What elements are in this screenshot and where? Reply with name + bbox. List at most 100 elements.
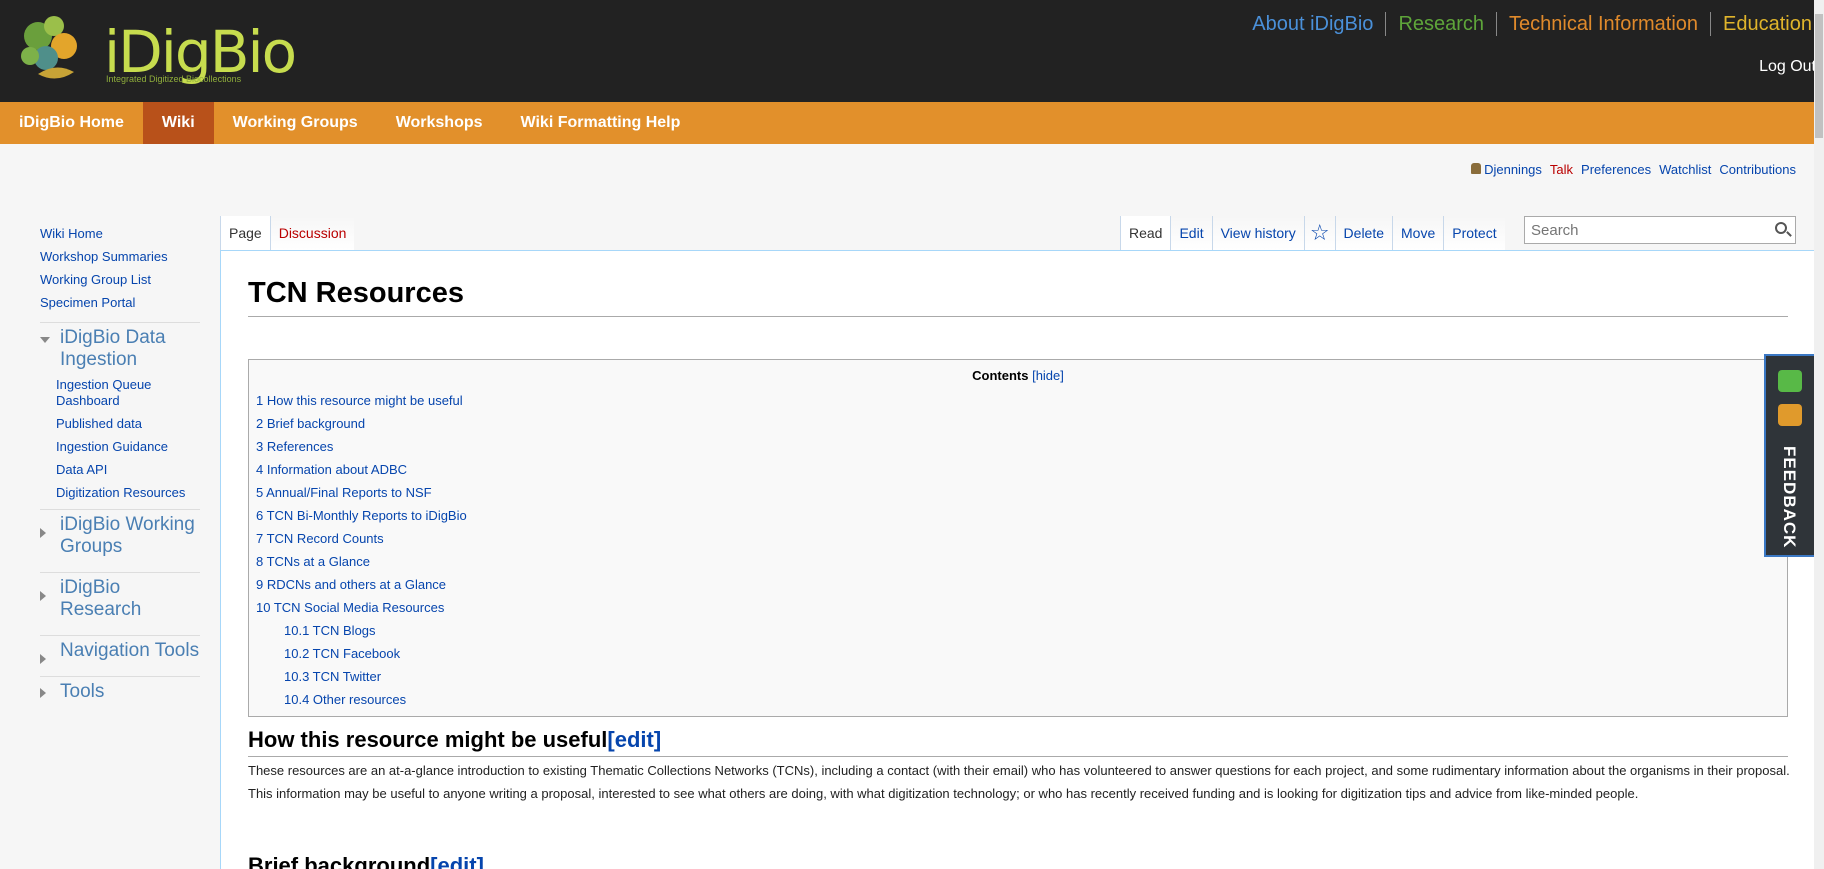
section-edit-link[interactable]: [edit] [607,727,661,752]
thumbs-down-icon[interactable] [1778,404,1802,426]
portal-body-data-ingestion: Ingestion Queue Dashboard Published data… [40,377,200,501]
portal-title: Tools [60,681,105,702]
chevron-down-icon [40,337,50,343]
sidebar-item-ingestion-guidance[interactable]: Ingestion Guidance [56,439,200,455]
main-nav-wiki[interactable]: Wiki [142,102,214,144]
content-area: TCN Resources Contents [hide] 1 How this… [220,250,1824,869]
tab-read[interactable]: Read [1120,216,1171,250]
sidebar-item-specimen-portal[interactable]: Specimen Portal [40,291,200,314]
namespace-tabs: Page Discussion [220,216,355,250]
toc-hide-link[interactable]: [hide] [1032,368,1064,383]
toc-subitem[interactable]: 10.2 TCN Facebook [256,642,1780,665]
portal-navigation-tools: Navigation Tools [40,635,200,668]
logo-subtitle: Integrated Digitized Biocollections [106,74,242,84]
main-nav-idigbio-home[interactable]: iDigBio Home [0,102,143,144]
top-nav: About iDigBio Research Technical Informa… [1240,12,1816,36]
logo-leaf-icon [21,16,77,79]
toc-subitem[interactable]: 10.1 TCN Blogs [256,619,1780,642]
tab-move[interactable]: Move [1392,216,1444,250]
toc-subitem[interactable]: 10.3 TCN Twitter [256,665,1780,688]
section-heading-background: Brief background[edit] [248,853,1788,869]
toc-item[interactable]: 3 References [256,435,1780,458]
thumbs-up-icon[interactable] [1778,370,1802,392]
toc-title: Contents [972,368,1029,383]
sidebar-item-digitization-resources[interactable]: Digitization Resources [56,485,200,501]
main-nav: iDigBio Home Wiki Working Groups Worksho… [0,102,1824,144]
main-nav-wiki-formatting-help[interactable]: Wiki Formatting Help [502,102,700,144]
top-nav-about[interactable]: About iDigBio [1240,12,1387,36]
tab-page[interactable]: Page [220,216,270,250]
sidebar-item-ingestion-queue-dashboard[interactable]: Ingestion Queue Dashboard [56,377,200,409]
toc-item[interactable]: 7 TCN Record Counts [256,527,1780,550]
toc-item[interactable]: 10 TCN Social Media Resources [256,596,1780,619]
top-nav-education[interactable]: Education [1711,12,1816,36]
sidebar-item-data-api[interactable]: Data API [56,462,200,478]
portal-heading-data-ingestion[interactable]: iDigBio Data Ingestion [40,327,200,371]
top-header: iDigBio Integrated Digitized Biocollecti… [0,0,1824,102]
talk-link[interactable]: Talk [1550,162,1573,177]
section-heading-text: How this resource might be useful [248,727,608,752]
username: Djennings [1484,162,1542,177]
portal-tools: Tools [40,676,200,703]
user-link[interactable]: Djennings [1471,162,1542,177]
section-paragraph: These resources are an at-a-glance intro… [248,763,1790,801]
top-nav-research[interactable]: Research [1386,12,1498,36]
personal-tools: Djennings Talk Preferences Watchlist Con… [1471,162,1796,177]
portal-data-ingestion: iDigBio Data Ingestion Ingestion Queue D… [40,322,200,501]
sidebar-item-workshop-summaries[interactable]: Workshop Summaries [40,245,200,268]
toc-item[interactable]: 5 Annual/Final Reports to NSF [256,481,1780,504]
toc-subitem[interactable]: 10.4 Other resources [256,688,1780,711]
preferences-link[interactable]: Preferences [1581,162,1651,177]
toc-list: 1 How this resource might be useful 2 Br… [256,389,1780,711]
section-heading-useful: How this resource might be useful[edit] [248,727,1788,757]
toc-item[interactable]: 4 Information about ADBC [256,458,1780,481]
page-scrollbar[interactable] [1814,0,1824,869]
scrollbar-thumb[interactable] [1815,14,1823,138]
toc-title-row: Contents [hide] [256,368,1780,383]
portal-title: iDigBio Data Ingestion [60,327,166,370]
portal-working-groups: iDigBio Working Groups [40,509,200,564]
chevron-right-icon [40,654,46,664]
portal-heading-research[interactable]: iDigBio Research [40,577,200,627]
sidebar: Wiki Home Workshop Summaries Working Gro… [40,222,200,703]
toc-item[interactable]: 8 TCNs at a Glance [256,550,1780,573]
main-nav-working-groups[interactable]: Working Groups [214,102,377,144]
feedback-widget[interactable]: FEEDBACK [1764,354,1814,557]
portal-heading-working-groups[interactable]: iDigBio Working Groups [40,514,200,564]
portal-heading-tools[interactable]: Tools [40,681,200,703]
portal-research: iDigBio Research [40,572,200,627]
toc-item[interactable]: 6 TCN Bi-Monthly Reports to iDigBio [256,504,1780,527]
section-edit-link[interactable]: [edit] [430,853,484,869]
tab-discussion[interactable]: Discussion [269,216,355,250]
feedback-label: FEEDBACK [1780,446,1799,549]
portal-title: iDigBio Research [60,577,142,620]
logout-link[interactable]: Log Out [1759,58,1816,76]
contributions-link[interactable]: Contributions [1719,162,1796,177]
watchlist-link[interactable]: Watchlist [1659,162,1711,177]
table-of-contents: Contents [hide] 1 How this resource migh… [248,359,1788,717]
tab-edit[interactable]: Edit [1170,216,1212,250]
sidebar-item-published-data[interactable]: Published data [56,416,200,432]
search-icon[interactable] [1775,222,1787,234]
search-box [1524,216,1796,244]
toc-item[interactable]: 2 Brief background [256,412,1780,435]
toc-item[interactable]: 9 RDCNs and others at a Glance [256,573,1780,596]
chevron-right-icon [40,528,46,538]
watch-star-icon[interactable]: ☆ [1303,216,1335,250]
page-title: TCN Resources [248,277,1788,317]
portal-heading-navigation-tools[interactable]: Navigation Tools [40,640,200,668]
idigbio-logo[interactable]: iDigBio Integrated Digitized Biocollecti… [16,12,316,92]
tab-protect[interactable]: Protect [1443,216,1505,250]
toc-item[interactable]: 1 How this resource might be useful [256,389,1780,412]
tab-view-history[interactable]: View history [1211,216,1304,250]
tab-delete[interactable]: Delete [1334,216,1393,250]
sidebar-item-wiki-home[interactable]: Wiki Home [40,222,200,245]
portal-title: Navigation Tools [60,640,200,661]
portal-title: iDigBio Working Groups [60,514,195,557]
sidebar-item-working-group-list[interactable]: Working Group List [40,268,200,291]
top-nav-technical-information[interactable]: Technical Information [1497,12,1712,36]
search-input[interactable] [1525,217,1765,243]
section-heading-text: Brief background [248,853,431,869]
main-nav-workshops[interactable]: Workshops [377,102,502,144]
chevron-right-icon [40,591,46,601]
